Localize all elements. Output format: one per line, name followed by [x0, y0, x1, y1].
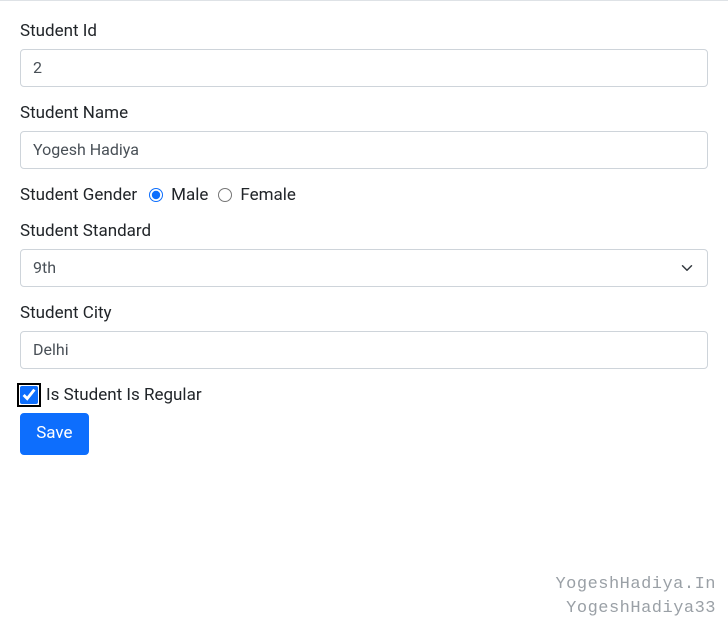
watermark-line1: YogeshHadiya.In [555, 573, 716, 597]
gender-male-label: Male [171, 185, 208, 205]
student-id-label: Student Id [20, 21, 708, 41]
student-name-label: Student Name [20, 103, 708, 123]
student-gender-label: Student Gender [20, 185, 137, 205]
gender-female-label: Female [240, 185, 296, 205]
student-id-input[interactable] [20, 49, 708, 87]
student-city-input[interactable] [20, 331, 708, 369]
student-standard-label: Student Standard [20, 221, 708, 241]
watermark-line2: YogeshHadiya33 [555, 597, 716, 621]
is-regular-label: Is Student Is Regular [46, 385, 202, 405]
watermark: YogeshHadiya.In YogeshHadiya33 [555, 573, 716, 621]
student-city-label: Student City [20, 303, 708, 323]
gender-male-radio[interactable] [149, 188, 163, 202]
student-standard-select[interactable]: 9th [20, 249, 708, 287]
is-regular-checkbox[interactable] [20, 386, 38, 404]
gender-female-radio[interactable] [218, 188, 232, 202]
save-button[interactable]: Save [20, 413, 89, 455]
student-name-input[interactable] [20, 131, 708, 169]
